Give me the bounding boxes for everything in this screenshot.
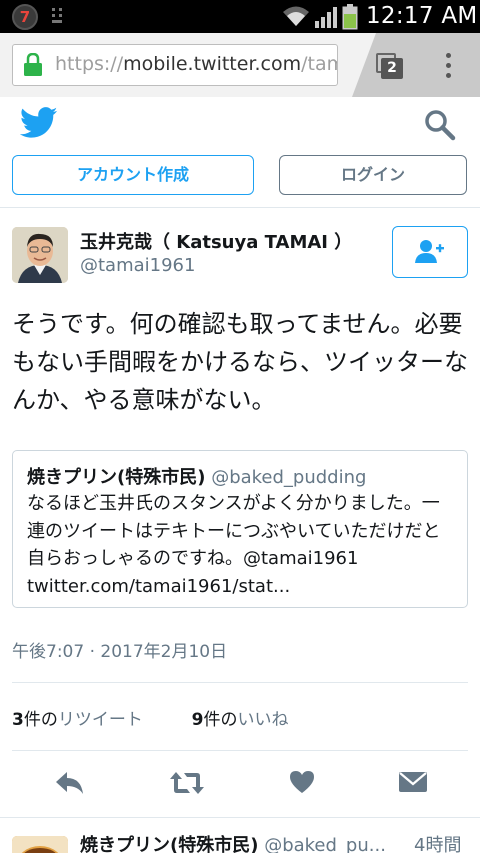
- battery-icon: [342, 4, 358, 30]
- retweet-button[interactable]: [169, 768, 205, 798]
- signup-button[interactable]: アカウント作成: [12, 155, 254, 195]
- reply-icon: [56, 772, 83, 794]
- author-name[interactable]: 玉井克哉（ Katsuya TAMAI ）: [80, 228, 352, 254]
- retweet-icon: [170, 772, 204, 794]
- next-tweet-avatar[interactable]: [12, 836, 68, 853]
- divider: [0, 207, 480, 208]
- url-tab: https://mobile.twitter.com/tam: [0, 33, 376, 97]
- status-bar: 7 12:17 AM: [0, 0, 480, 33]
- tab-switcher-button[interactable]: 2: [376, 53, 403, 79]
- login-button[interactable]: ログイン: [279, 155, 467, 195]
- signal-icon: [315, 7, 337, 28]
- retweet-stat[interactable]: 3件のリツイート: [12, 710, 143, 730]
- next-tweet-time: 4時間: [414, 835, 462, 853]
- author-handle[interactable]: @tamai1961: [80, 255, 195, 276]
- next-tweet-author[interactable]: 焼きプリン(特殊市民): [80, 835, 258, 853]
- notification-badge: 7: [12, 4, 38, 30]
- tweet-timestamp: 午後7:07 · 2017年2月10日: [12, 642, 228, 662]
- address-bar[interactable]: https://mobile.twitter.com/tam: [12, 44, 338, 86]
- twitter-header: アカウント作成 ログイン: [0, 97, 480, 209]
- next-tweet-handle[interactable]: @baked_pu...: [264, 835, 386, 853]
- tab-count: 2: [381, 58, 403, 79]
- envelope-icon: [399, 772, 427, 792]
- like-stat[interactable]: 9件のいいね: [192, 710, 289, 730]
- quoted-author-handle: @baked_pudding: [211, 467, 367, 488]
- next-tweet-header: 焼きプリン(特殊市民) @baked_pu...: [80, 831, 386, 853]
- usb-icon: [52, 8, 62, 23]
- divider: [0, 817, 480, 818]
- divider: [12, 682, 468, 683]
- tweet-text: そうです。何の確認も取ってません。必要もない手間暇をかけるなら、ツイッターなんか…: [12, 310, 468, 414]
- lock-icon: [24, 53, 42, 76]
- reply-button[interactable]: [54, 768, 86, 798]
- direct-message-button[interactable]: [398, 768, 430, 798]
- add-user-icon: [415, 240, 444, 263]
- twitter-bird-icon[interactable]: [20, 107, 58, 139]
- quoted-tweet[interactable]: 焼きプリン(特殊市民) @baked_pudding なるほど玉井氏のスタンスが…: [12, 450, 468, 608]
- quoted-author-name: 焼きプリン(特殊市民): [27, 467, 206, 488]
- status-clock: 12:17 AM: [366, 3, 478, 29]
- search-icon[interactable]: [424, 109, 456, 141]
- heart-icon: [290, 771, 314, 793]
- wifi-icon: [283, 6, 309, 26]
- tweet-stats: 3件のリツイート 9件のいいね: [12, 705, 289, 730]
- author-avatar[interactable]: [12, 227, 68, 283]
- browser-toolbar: https://mobile.twitter.com/tam 2: [0, 33, 480, 97]
- follow-button[interactable]: [392, 226, 468, 278]
- like-button[interactable]: [288, 768, 320, 798]
- quoted-tweet-text: なるほど玉井氏のスタンスがよく分かりました。一連のツイートはテキトーにつぶやいて…: [27, 493, 441, 597]
- overflow-menu-button[interactable]: [440, 51, 456, 81]
- divider: [12, 750, 468, 751]
- quoted-tweet-header: 焼きプリン(特殊市民) @baked_pudding: [27, 463, 366, 489]
- url-text: https://mobile.twitter.com/tam: [55, 53, 337, 75]
